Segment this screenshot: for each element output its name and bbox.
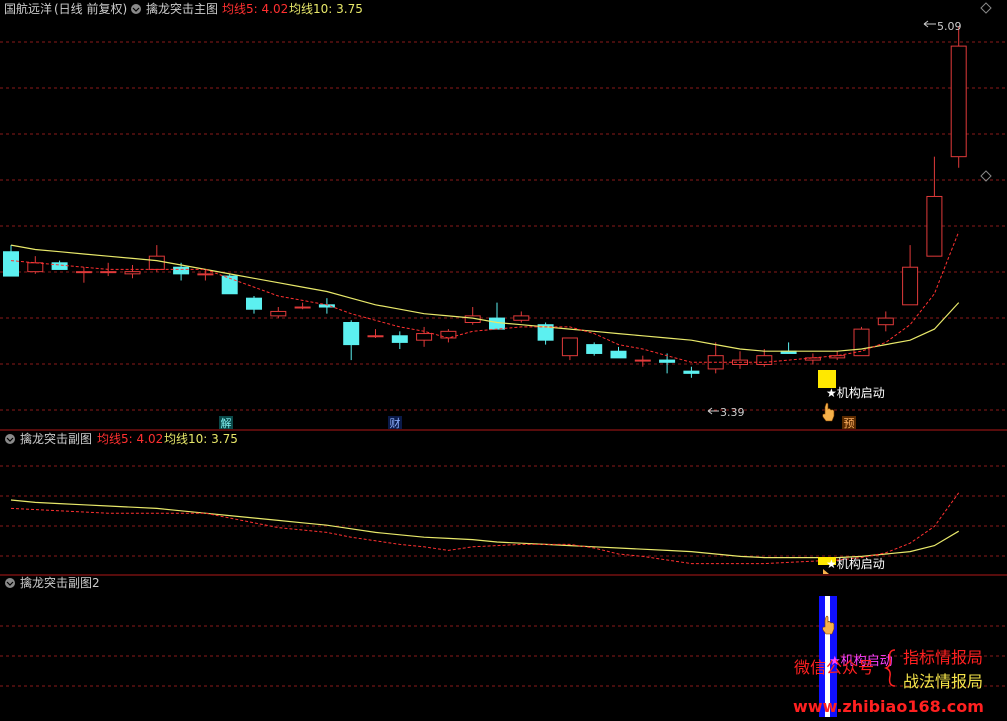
sub1-indicator-name[interactable]: 擒龙突击副图 xyxy=(20,431,92,446)
candle-body-down xyxy=(489,317,505,330)
signal-label: ★机构启动 xyxy=(826,385,885,400)
sub2-indicator-dropdown[interactable]: 擒龙突击副图2 xyxy=(5,575,100,590)
candle xyxy=(853,326,870,357)
marker-cai: 财 xyxy=(390,416,401,430)
candle-body-up xyxy=(100,271,117,274)
candle-body-down xyxy=(173,266,190,275)
candle-body-down xyxy=(343,322,360,346)
watermark-url: www.zhibiao168.com xyxy=(793,697,984,716)
candle-body-down xyxy=(659,359,676,363)
candle-body-up xyxy=(561,337,578,357)
watermark-line1: 指标情报局 xyxy=(903,648,983,667)
candle-body-up xyxy=(902,266,919,306)
candle-body-up xyxy=(926,195,943,257)
watermark-wechat: 微信公众号 xyxy=(794,658,874,677)
candle xyxy=(950,26,967,168)
marker-jie: 解 xyxy=(221,416,232,430)
candle-body-up xyxy=(270,310,287,317)
candle-body-up xyxy=(416,333,433,341)
candle-body-down xyxy=(586,344,603,354)
sub1-signal-label: ★机构启动 xyxy=(826,556,885,571)
candle-body-down xyxy=(683,370,700,374)
candle-body-up xyxy=(756,355,773,366)
marker-yu: 预 xyxy=(844,417,855,430)
candle-body-up xyxy=(877,317,894,326)
sub2-indicator-name[interactable]: 擒龙突击副图2 xyxy=(20,575,100,590)
candle-body-down xyxy=(3,251,19,277)
candle xyxy=(586,342,603,356)
background xyxy=(0,0,1007,721)
period-label: (日线 前复权) xyxy=(54,1,127,16)
candle-body-down xyxy=(610,350,627,359)
candle-body-up xyxy=(148,255,165,270)
candle-body-up xyxy=(124,271,141,275)
sub1-ma5-label: 均线5: 4.02 xyxy=(97,432,163,446)
low-label: 3.39 xyxy=(720,406,745,419)
dropdown-chevron-icon[interactable] xyxy=(131,4,141,14)
dropdown-chevron-icon[interactable] xyxy=(5,578,15,588)
candle-body-up xyxy=(75,271,92,274)
main-ma10-label: 均线10: 3.75 xyxy=(289,2,363,16)
candle-body-up xyxy=(27,262,44,273)
candle-body-up xyxy=(829,355,846,359)
stock-name: 国航远洋 xyxy=(4,1,52,16)
candle-body-up xyxy=(853,328,870,357)
candle-body-down xyxy=(246,297,262,310)
candle-body-down xyxy=(391,335,408,343)
chart-canvas: 国航远洋 (日线 前复权) 擒龙突击主图 均线5: 4.02 均线10: 3.7… xyxy=(0,0,1007,721)
candle-body-up xyxy=(197,273,214,276)
dropdown-chevron-icon[interactable] xyxy=(5,434,15,444)
watermark-line2: 战法情报局 xyxy=(903,672,983,691)
main-ma5-label: 均线5: 4.02 xyxy=(222,2,288,16)
candle-body-up xyxy=(294,306,311,309)
main-title-bar: 国航远洋 (日线 前复权) 擒龙突击主图 均线5: 4.02 均线10: 3.7… xyxy=(4,1,363,16)
candle-body-down xyxy=(51,262,68,270)
sub1-title-bar: 擒龙突击副图 均线5: 4.02 均线10: 3.75 xyxy=(5,431,238,446)
main-indicator-name[interactable]: 擒龙突击主图 xyxy=(146,1,218,16)
sub1-ma10-label: 均线10: 3.75 xyxy=(164,432,238,446)
high-label: 5.09 xyxy=(937,20,962,33)
candle-body-up xyxy=(367,335,384,338)
candle-body-up xyxy=(513,315,530,321)
candle-body-up xyxy=(634,359,651,362)
candle-body-up xyxy=(950,45,967,158)
sub2-title-bar: 擒龙突击副图2 xyxy=(5,575,100,590)
candle-body-up xyxy=(804,357,821,361)
